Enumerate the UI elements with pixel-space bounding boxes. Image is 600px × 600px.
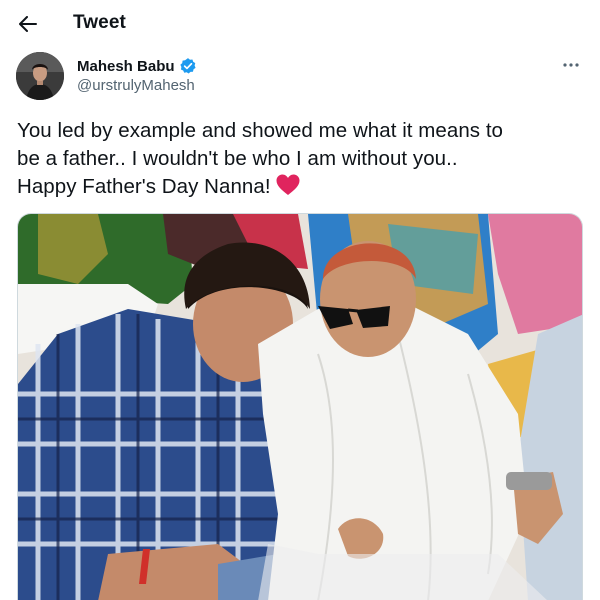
tweet-line-with-emoji: Happy Father's Day Nanna! bbox=[17, 173, 587, 201]
photo-illustration bbox=[18, 214, 582, 600]
top-bar: Tweet bbox=[0, 0, 600, 48]
back-button[interactable] bbox=[14, 10, 42, 38]
page-title: Tweet bbox=[73, 12, 126, 33]
verified-badge-icon bbox=[179, 58, 196, 74]
tweet-text: You led by example and showed me what it… bbox=[17, 117, 587, 201]
ellipsis-icon bbox=[563, 63, 579, 67]
more-options-button[interactable] bbox=[558, 54, 584, 76]
name-row: Mahesh Babu bbox=[77, 57, 197, 75]
tweet-line: be a father.. I wouldn't be who I am wit… bbox=[17, 147, 458, 170]
red-heart-icon bbox=[276, 174, 300, 195]
tweet-photo[interactable] bbox=[17, 213, 583, 600]
tweet-line: Happy Father's Day Nanna! bbox=[17, 175, 271, 198]
display-name[interactable]: Mahesh Babu bbox=[77, 58, 175, 75]
tweet-line: You led by example and showed me what it… bbox=[17, 119, 504, 142]
arrow-left-icon bbox=[19, 16, 37, 32]
avatar[interactable] bbox=[16, 52, 64, 100]
user-handle[interactable]: @urstrulyMahesh bbox=[77, 77, 195, 94]
tweet-author: Mahesh Babu @urstrulyMahesh bbox=[16, 52, 584, 102]
